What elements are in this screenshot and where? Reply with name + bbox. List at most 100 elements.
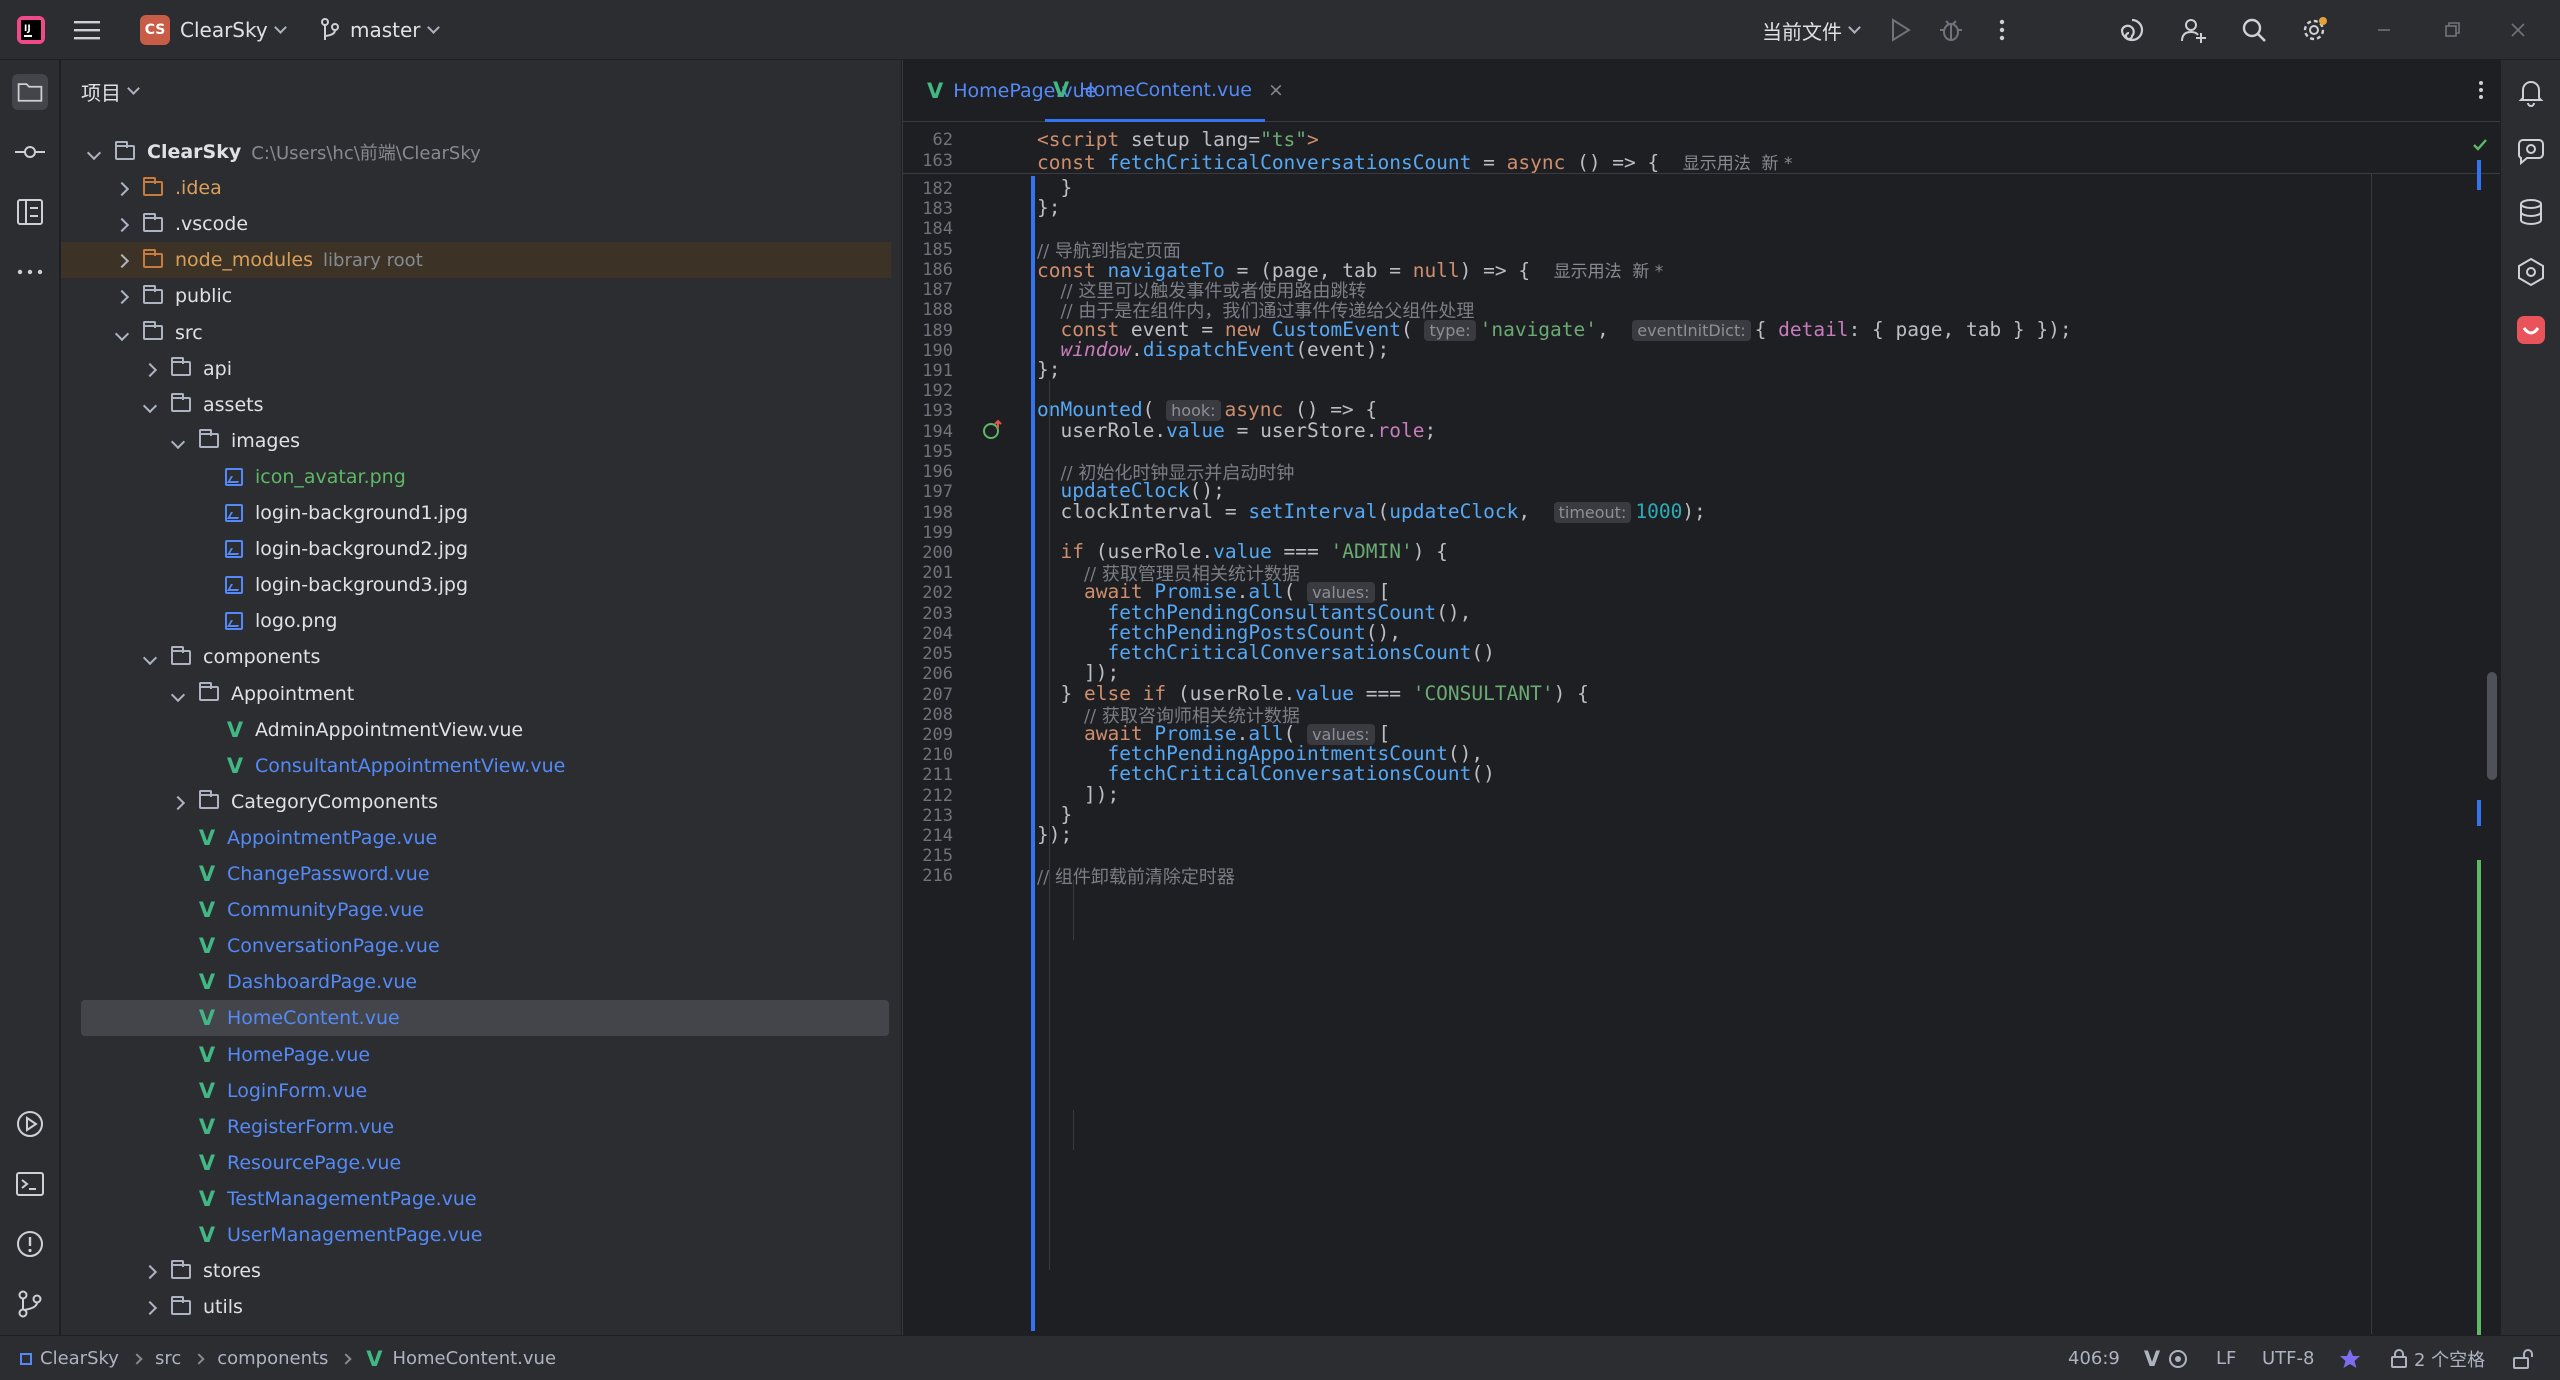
tree-item[interactable]: stores xyxy=(61,1253,891,1289)
line-ending[interactable]: LF xyxy=(2216,1336,2236,1380)
tab-close-icon[interactable]: × xyxy=(1268,79,1284,101)
tree-item[interactable]: V DashboardPage.vue xyxy=(61,964,891,1000)
tree-item[interactable]: Appointment xyxy=(61,676,891,712)
debug-icon[interactable] xyxy=(1937,16,1965,44)
tree-item[interactable]: login-background3.jpg xyxy=(61,567,891,603)
breadcrumb-item[interactable]: HomeContent.vue xyxy=(392,1348,556,1369)
more-tools-icon[interactable] xyxy=(14,256,46,288)
chevron-right-icon[interactable] xyxy=(142,358,167,380)
chevron-down-icon[interactable] xyxy=(142,394,167,416)
tree-item[interactable]: V TestManagementPage.vue xyxy=(61,1181,891,1217)
plugin-icon[interactable] xyxy=(2515,256,2547,288)
tree-item[interactable]: api xyxy=(61,351,891,387)
code-line[interactable]: }; xyxy=(1037,358,1060,381)
tree-item[interactable]: V HomeContent.vue xyxy=(81,1000,889,1037)
implementation-gutter-icon[interactable] xyxy=(981,418,1005,442)
caret-position[interactable]: 406:9 xyxy=(2068,1336,2120,1380)
inspection-ok-icon[interactable] xyxy=(2471,136,2489,154)
tree-item[interactable]: src xyxy=(61,315,891,351)
notifications-icon[interactable] xyxy=(2515,76,2547,108)
code-line[interactable]: window.dispatchEvent(event); xyxy=(1037,338,1389,361)
tree-item[interactable]: components xyxy=(61,639,891,675)
settings-gear-icon[interactable] xyxy=(2300,16,2328,44)
run-config-selector[interactable]: 当前文件 xyxy=(1762,0,1861,60)
ai-chat-icon[interactable] xyxy=(2515,136,2547,168)
problems-icon[interactable] xyxy=(14,1228,46,1260)
tree-item[interactable]: V RegisterForm.vue xyxy=(61,1109,891,1145)
tree-item[interactable]: login-background1.jpg xyxy=(61,495,891,531)
chevron-right-icon[interactable] xyxy=(142,1260,167,1282)
tree-item[interactable]: V AdminAppointmentView.vue xyxy=(61,712,891,748)
code-line[interactable]: }); xyxy=(1037,823,1072,846)
editor-scrollbar[interactable] xyxy=(2487,672,2497,780)
tree-item[interactable]: V ConsultantAppointmentView.vue xyxy=(61,748,891,784)
tree-item[interactable]: images xyxy=(61,423,891,459)
code-line[interactable]: clockInterval = setInterval(updateClock,… xyxy=(1037,500,1706,523)
tree-item[interactable]: .idea xyxy=(61,170,891,206)
run-icon[interactable] xyxy=(1886,16,1914,44)
database-icon[interactable] xyxy=(2515,196,2547,228)
breadcrumb-item[interactable]: components xyxy=(217,1348,328,1369)
structure-icon[interactable] xyxy=(14,196,46,228)
chevron-down-icon[interactable] xyxy=(86,141,111,163)
breadcrumb-item[interactable]: ClearSky xyxy=(40,1348,119,1369)
file-encoding[interactable]: UTF-8 xyxy=(2262,1336,2314,1380)
tree-item[interactable]: V ResourcePage.vue xyxy=(61,1145,891,1181)
tree-item[interactable]: .vscode xyxy=(61,206,891,242)
chevron-right-icon[interactable] xyxy=(170,791,195,813)
ide-logo[interactable]: IJ xyxy=(16,0,46,60)
sticky-code-line[interactable]: const fetchCriticalConversationsCount = … xyxy=(1037,149,1792,174)
ai-assistant-icon[interactable] xyxy=(2118,16,2146,44)
code-line[interactable]: }; xyxy=(1037,196,1060,219)
tree-item[interactable]: CategoryComponents xyxy=(61,784,891,820)
code-line[interactable]: // 组件卸载前清除定时器 xyxy=(1037,863,1235,889)
indent-setting[interactable]: 2 个空格 xyxy=(2390,1336,2485,1380)
commit-icon[interactable] xyxy=(14,136,46,168)
tree-item[interactable]: V ChangePassword.vue xyxy=(61,856,891,892)
tab-homepage[interactable]: V HomePage.vue xyxy=(927,60,1096,122)
tree-item[interactable]: login-background2.jpg xyxy=(61,531,891,567)
search-icon[interactable] xyxy=(2240,16,2268,44)
git-icon[interactable] xyxy=(14,1288,46,1320)
tree-item[interactable]: public xyxy=(61,278,891,314)
chevron-down-icon[interactable] xyxy=(142,646,167,668)
tree-item[interactable]: assets xyxy=(61,387,891,423)
minimize-icon[interactable] xyxy=(2370,16,2398,44)
close-icon[interactable] xyxy=(2504,16,2532,44)
chevron-down-icon[interactable] xyxy=(114,322,139,344)
tree-item[interactable]: V ConversationPage.vue xyxy=(61,928,891,964)
breadcrumb-item[interactable]: src xyxy=(155,1348,181,1369)
sticky-code-line[interactable]: <script setup lang="ts"> xyxy=(1037,128,1319,151)
tree-item[interactable]: V HomePage.vue xyxy=(61,1037,891,1073)
chevron-right-icon[interactable] xyxy=(114,177,139,199)
tree-item[interactable]: V AppointmentPage.vue xyxy=(61,820,891,856)
restore-icon[interactable] xyxy=(2438,16,2466,44)
readonly-toggle[interactable] xyxy=(2512,1336,2534,1380)
vue-service-indicator[interactable]: V xyxy=(2142,1336,2188,1380)
branch-selector[interactable]: master xyxy=(320,0,440,60)
chevron-right-icon[interactable] xyxy=(114,285,139,307)
project-selector[interactable]: CS ClearSky xyxy=(140,0,287,60)
tree-item[interactable]: utils xyxy=(61,1289,891,1322)
chevron-down-icon[interactable] xyxy=(170,683,195,705)
tree-item[interactable]: node_modules library root xyxy=(61,242,891,279)
tree-item[interactable]: V CommunityPage.vue xyxy=(61,892,891,928)
add-user-icon[interactable] xyxy=(2180,16,2208,44)
tab-homecontent[interactable]: V HomeContent.vue × xyxy=(1045,60,1284,122)
main-menu-button[interactable] xyxy=(74,0,100,60)
tree-item[interactable]: icon_avatar.png xyxy=(61,459,891,495)
code-line[interactable]: userRole.value = userStore.role; xyxy=(1037,419,1436,442)
project-panel-header[interactable]: 项目 xyxy=(61,60,901,122)
tree-item[interactable]: ClearSky C:\Users\hc\前端\ClearSky xyxy=(61,134,891,170)
ai-status-indicator[interactable] xyxy=(2338,1336,2362,1380)
tree-item[interactable]: logo.png xyxy=(61,603,891,639)
chevron-down-icon[interactable] xyxy=(170,430,195,452)
tree-item[interactable]: V LoginForm.vue xyxy=(61,1073,891,1109)
chevron-right-icon[interactable] xyxy=(114,249,139,271)
terminal-icon[interactable] xyxy=(14,1168,46,1200)
red-plugin-icon[interactable] xyxy=(2515,314,2547,346)
tree-item[interactable]: V UserManagementPage.vue xyxy=(61,1217,891,1253)
chevron-right-icon[interactable] xyxy=(142,1296,167,1318)
more-actions-icon[interactable] xyxy=(1988,16,2016,44)
project-folder-icon[interactable] xyxy=(12,74,48,110)
